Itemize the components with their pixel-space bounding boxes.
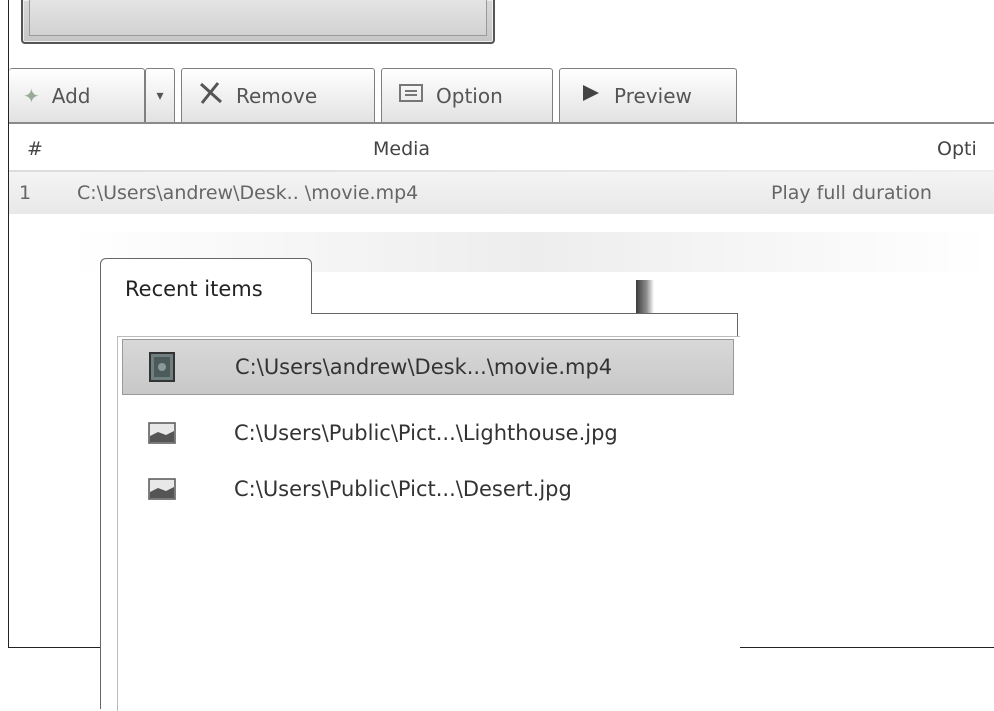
- add-button[interactable]: ✦ Add: [9, 68, 145, 122]
- option-icon: [398, 83, 424, 108]
- list-item[interactable]: C:\Users\andrew\Desk...\movie.mp4: [122, 339, 734, 395]
- option-button[interactable]: Option: [381, 68, 553, 122]
- remove-button-label: Remove: [236, 83, 318, 108]
- tab-joint: [101, 313, 311, 315]
- tab-recent-items[interactable]: Recent items: [100, 258, 312, 314]
- remove-button[interactable]: Remove: [181, 68, 375, 122]
- preview-button-label: Preview: [614, 83, 692, 108]
- top-panel-inner: [29, 0, 487, 36]
- tab-recent-items-label: Recent items: [125, 277, 263, 301]
- add-dropdown-button[interactable]: ▾: [145, 68, 175, 122]
- recent-items-panel: C:\Users\andrew\Desk...\movie.mp4 C:\Use…: [100, 313, 740, 711]
- toolbar-divider: [9, 122, 994, 124]
- column-header-media[interactable]: Media: [373, 138, 430, 160]
- remove-icon: [198, 81, 224, 110]
- add-button-label: Add: [51, 83, 91, 108]
- column-header-number[interactable]: #: [27, 138, 43, 160]
- recent-items-list: C:\Users\andrew\Desk...\movie.mp4 C:\Use…: [117, 336, 740, 711]
- row-option: Play full duration: [771, 182, 932, 204]
- column-header-option[interactable]: Opti: [937, 138, 977, 160]
- table-header: # Media Opti: [9, 132, 994, 168]
- preview-button[interactable]: Preview: [559, 68, 737, 122]
- top-panel: [21, 0, 495, 44]
- chevron-down-icon: ▾: [156, 87, 164, 104]
- row-index: 1: [19, 182, 32, 204]
- recent-item-path: C:\Users\Public\Pict...\Lighthouse.jpg: [234, 421, 618, 445]
- image-file-icon: [148, 422, 176, 444]
- list-item[interactable]: C:\Users\Public\Pict...\Desert.jpg: [122, 461, 734, 517]
- play-icon: [580, 83, 602, 108]
- add-icon: ✦: [23, 83, 40, 108]
- recent-items-popup: C:\Users\andrew\Desk...\movie.mp4 C:\Use…: [100, 258, 740, 711]
- option-button-label: Option: [436, 83, 503, 108]
- row-media-path: C:\Users\andrew\Desk.. \movie.mp4: [77, 182, 419, 204]
- list-item[interactable]: C:\Users\Public\Pict...\Lighthouse.jpg: [122, 405, 734, 461]
- recent-item-path: C:\Users\Public\Pict...\Desert.jpg: [234, 477, 572, 501]
- image-file-icon: [148, 478, 176, 500]
- recent-item-path: C:\Users\andrew\Desk...\movie.mp4: [235, 355, 613, 379]
- toolbar: ✦ Add ▾ Remove Option Preview: [9, 68, 994, 124]
- table-row[interactable]: 1 C:\Users\andrew\Desk.. \movie.mp4 Play…: [9, 172, 994, 214]
- video-file-icon: [149, 352, 175, 382]
